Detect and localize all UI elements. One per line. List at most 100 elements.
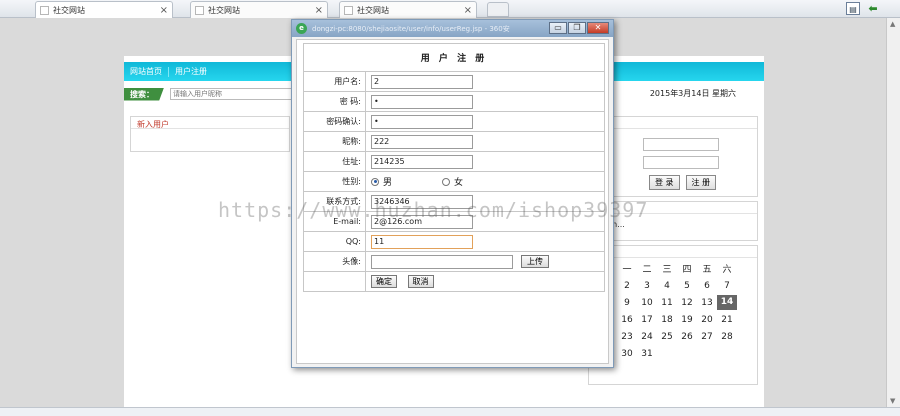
calendar-day[interactable]: 31 xyxy=(637,349,657,359)
calendar-day[interactable]: 13 xyxy=(697,298,717,308)
close-window-button[interactable]: ✕ xyxy=(587,22,609,34)
calendar-day[interactable]: 16 xyxy=(617,315,637,325)
minimize-button[interactable]: ▭ xyxy=(549,22,567,34)
form-title: 用 户 注 册 xyxy=(303,43,605,72)
page-icon[interactable]: ▤ xyxy=(846,2,860,15)
popup-titlebar[interactable]: e dongzi-pc:8080/shejiaosite/user/info/u… xyxy=(292,20,613,37)
email-field[interactable]: 2@126.com xyxy=(371,214,473,229)
restore-button[interactable]: ❐ xyxy=(568,22,586,34)
password-field[interactable]: • xyxy=(371,94,473,109)
qq-field[interactable]: 11 xyxy=(371,234,473,249)
nickname-label: 昵称: xyxy=(303,131,366,152)
calendar-day[interactable]: 5 xyxy=(677,281,697,291)
calendar-day[interactable]: 27 xyxy=(697,332,717,342)
page-favicon-icon xyxy=(40,5,49,15)
browser-tab-3[interactable]: 社交网站 × xyxy=(339,1,477,18)
browser-tab-2[interactable]: 社交网站 × xyxy=(190,1,328,18)
calendar-week-row: 293031 xyxy=(597,345,757,362)
calendar-day[interactable]: 24 xyxy=(637,332,657,342)
calendar-day[interactable]: 12 xyxy=(677,298,697,308)
tab-title: 社交网站 xyxy=(53,5,85,15)
calendar-week-row: 22232425262728 xyxy=(597,328,757,345)
login-title: 录 xyxy=(589,117,757,129)
calendar-day[interactable]: 25 xyxy=(657,332,677,342)
calendar-weekday-row: 一二三四五六 xyxy=(597,260,757,277)
tab-title: 社交网站 xyxy=(357,5,389,15)
cancel-button[interactable]: 取消 xyxy=(407,275,434,288)
back-arrow-icon[interactable]: ⬅ xyxy=(866,2,880,15)
gender-label: 性别: xyxy=(303,171,366,192)
calendar-day[interactable]: 23 xyxy=(617,332,637,342)
registration-form: 用 户 注 册 用户名: 2 密 码: • 密码确认: • 昵称: 222 住址… xyxy=(303,43,605,292)
address-label: 住址: xyxy=(303,151,366,172)
address-field[interactable]: 214235 xyxy=(371,154,473,169)
browser-tab-1[interactable]: 社交网站 × xyxy=(35,1,173,18)
new-tab-button[interactable] xyxy=(487,2,509,17)
qq-label: QQ: xyxy=(303,231,366,252)
calendar-day[interactable]: 18 xyxy=(657,315,677,325)
scroll-up-icon[interactable]: ▲ xyxy=(890,20,895,28)
calendar-weekday: 四 xyxy=(682,265,692,275)
calendar-day[interactable]: 6 xyxy=(697,281,717,291)
calendar-weekday: 三 xyxy=(662,265,672,275)
calendar-weekday: 一 xyxy=(622,265,632,275)
nav-register-link[interactable]: 用户注册 xyxy=(169,66,213,77)
browser-tabstrip: 社交网站 × 社交网站 × 社交网站 × ▤ ⬅ xyxy=(0,0,900,18)
login-username-input[interactable] xyxy=(643,137,719,151)
password-field-label: 密 码: xyxy=(303,91,366,112)
nav-home-link[interactable]: 网站首页 xyxy=(124,66,168,77)
tab-close-icon[interactable]: × xyxy=(160,5,168,16)
popup-body: 用 户 注 册 用户名: 2 密 码: • 密码确认: • 昵称: 222 住址… xyxy=(296,39,609,364)
calendar-weekday: 五 xyxy=(702,265,712,275)
calendar-day[interactable]: 10 xyxy=(637,298,657,308)
avatar-file-field[interactable] xyxy=(371,254,513,269)
calendar-day[interactable]: 14 xyxy=(717,295,737,310)
avatar-label: 头像: xyxy=(303,251,366,272)
gender-female-radio[interactable] xyxy=(442,177,451,186)
search-input[interactable] xyxy=(170,88,300,100)
calendar-day[interactable]: 3 xyxy=(637,281,657,291)
calendar-title: 历表 xyxy=(589,246,757,258)
nickname-field[interactable]: 222 xyxy=(371,134,473,149)
username-field[interactable]: 2 xyxy=(371,74,473,89)
calendar-day[interactable]: 17 xyxy=(637,315,657,325)
calendar-day[interactable]: 28 xyxy=(717,332,737,342)
contact-field[interactable]: 3246346 xyxy=(371,194,473,209)
gender-male-label: 男 xyxy=(383,178,393,188)
tab-close-icon[interactable]: × xyxy=(464,5,472,16)
page-scrollbar[interactable]: ▲ ▼ xyxy=(886,18,900,407)
calendar-day[interactable]: 20 xyxy=(697,315,717,325)
calendar-day[interactable]: 19 xyxy=(677,315,697,325)
login-password-input[interactable] xyxy=(643,155,719,169)
tab-title: 社交网站 xyxy=(208,5,240,15)
email-label: E-mail: xyxy=(303,211,366,232)
new-users-title: 新入用户 xyxy=(131,117,289,129)
calendar-day[interactable]: 11 xyxy=(657,298,677,308)
notice-title: 告 xyxy=(589,202,757,214)
upload-button[interactable]: 上传 xyxy=(521,255,549,268)
calendar-week-row: 234567 xyxy=(597,277,757,294)
date-display: 2015年3月14日 星期六 xyxy=(649,89,736,98)
page-favicon-icon xyxy=(195,5,204,15)
tab-close-icon[interactable]: × xyxy=(315,5,323,16)
search-button[interactable]: 搜索： xyxy=(124,87,164,101)
new-users-panel: 新入用户 xyxy=(130,116,290,152)
password-confirm-label: 密码确认: xyxy=(303,111,366,132)
contact-label: 联系方式: xyxy=(303,191,366,212)
calendar-day[interactable]: 21 xyxy=(717,315,737,325)
register-popup-window: e dongzi-pc:8080/shejiaosite/user/info/u… xyxy=(291,19,614,368)
gender-male-radio[interactable] xyxy=(371,177,379,186)
confirm-button[interactable]: 确定 xyxy=(371,275,397,288)
scroll-down-icon[interactable]: ▼ xyxy=(890,397,895,405)
calendar-day[interactable]: 4 xyxy=(657,281,677,291)
calendar-day[interactable]: 9 xyxy=(617,298,637,308)
register-button[interactable]: 注 册 xyxy=(685,175,717,190)
calendar-day[interactable]: 7 xyxy=(717,281,737,291)
calendar-day[interactable]: 2 xyxy=(617,281,637,291)
calendar-day[interactable]: 26 xyxy=(677,332,697,342)
notice-text[interactable]: gsdfh... xyxy=(589,214,757,240)
login-button[interactable]: 登 录 xyxy=(649,175,680,190)
password-confirm-field[interactable]: • xyxy=(371,114,473,129)
calendar-week-row: 5161718192021 xyxy=(597,311,757,328)
calendar-day[interactable]: 30 xyxy=(617,349,637,359)
